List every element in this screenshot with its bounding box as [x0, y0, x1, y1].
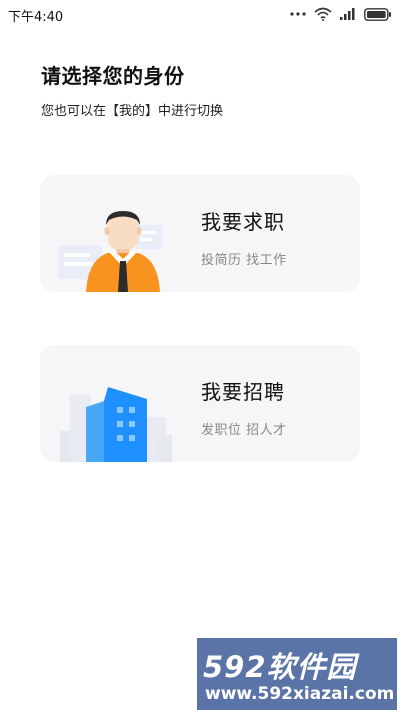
- watermark-badge: 592软件园 www.592xiazai.com: [197, 638, 397, 710]
- more-dots-icon: [290, 12, 306, 16]
- watermark-logo: 592软件园: [203, 650, 357, 684]
- status-time: 下午4:40: [8, 10, 64, 25]
- option-title: 我要求职: [201, 210, 285, 234]
- option-title: 我要招聘: [201, 380, 285, 404]
- job-seeker-option-card[interactable]: 我要求职 投简历 找工作: [40, 175, 360, 292]
- watermark-url: www.592xiazai.com: [205, 684, 395, 704]
- page-subtitle: 您也可以在【我的】中进行切换: [41, 104, 224, 119]
- page-title: 请选择您的身份: [41, 64, 185, 88]
- signal-icon: [340, 8, 355, 20]
- recruiter-option-card[interactable]: 我要招聘 发职位 招人才: [40, 345, 360, 462]
- option-subtitle: 投简历 找工作: [201, 253, 287, 268]
- option-subtitle: 发职位 招人才: [201, 423, 287, 438]
- battery-icon: [364, 7, 391, 21]
- job-seeker-illustration: [58, 211, 162, 292]
- status-bar: 下午4:40: [0, 0, 400, 28]
- wifi-icon: [314, 7, 332, 21]
- recruiter-building-illustration: [60, 387, 172, 462]
- status-icons: [290, 7, 392, 21]
